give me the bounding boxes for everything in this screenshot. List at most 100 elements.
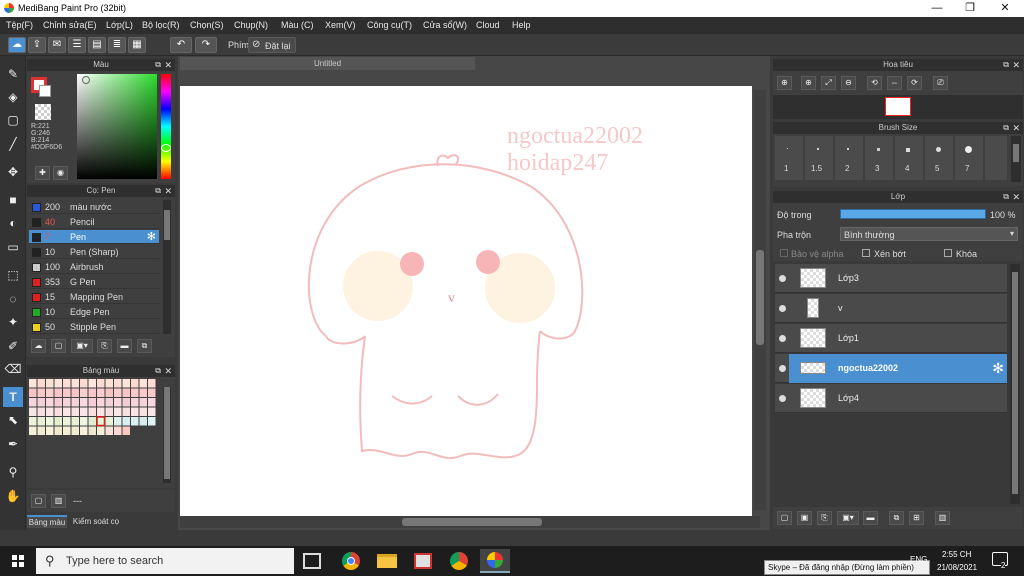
clock-time[interactable]: 2:55 CH xyxy=(942,550,971,559)
minimize-button[interactable]: — xyxy=(922,1,952,16)
color-options-icon[interactable]: ◉ xyxy=(53,166,68,180)
color-square[interactable] xyxy=(77,74,157,179)
palette-swatch[interactable] xyxy=(148,379,156,388)
zoom-out-icon[interactable]: ⊖ xyxy=(841,76,856,90)
palette-swatch[interactable] xyxy=(71,398,80,407)
palette-swatch[interactable] xyxy=(29,426,37,436)
lasso-tool-icon[interactable]: ◌ xyxy=(3,289,23,309)
canvas-vscroll[interactable] xyxy=(754,90,766,510)
palette-swatch[interactable] xyxy=(37,398,46,407)
scroll-thumb[interactable] xyxy=(164,387,170,479)
palette-swatch[interactable] xyxy=(71,407,80,417)
palette-swatch[interactable] xyxy=(29,417,37,426)
size-cell[interactable]: 7 xyxy=(955,136,983,180)
palette-swatch[interactable] xyxy=(71,388,80,398)
brush-item[interactable]: 100 Airbrush xyxy=(29,260,159,274)
lock-checkbox[interactable] xyxy=(944,249,952,257)
secondary-color-swatch[interactable] xyxy=(39,85,51,97)
protect-alpha-checkbox[interactable] xyxy=(780,249,788,257)
zoom-fit-icon[interactable]: ⊕ xyxy=(777,76,792,90)
palette-swatch-selected[interactable] xyxy=(96,416,106,427)
palette-swatch[interactable] xyxy=(63,426,71,436)
hue-slider[interactable] xyxy=(161,74,171,179)
new-palette-icon[interactable]: ▢ xyxy=(31,494,46,508)
palette-swatch[interactable] xyxy=(131,379,139,388)
palette-swatch[interactable] xyxy=(148,407,156,417)
scroll-thumb[interactable] xyxy=(756,250,764,345)
palette-swatch[interactable] xyxy=(148,388,156,398)
palette-swatch[interactable] xyxy=(63,407,71,417)
menu-capture[interactable]: Chụp(N) xyxy=(234,20,268,30)
palette-swatch[interactable] xyxy=(46,417,54,426)
size-cell[interactable]: 5 xyxy=(925,136,953,180)
close-icon[interactable]: ✕ xyxy=(1012,122,1020,134)
search-input[interactable]: Type here to search xyxy=(36,548,294,574)
layer-row[interactable]: Lớp3 xyxy=(775,264,1007,293)
chrome-profile-icon[interactable] xyxy=(444,549,474,573)
menu-file[interactable]: Tệp(F) xyxy=(6,20,33,30)
hand-tool-icon[interactable]: ✋ xyxy=(3,486,23,506)
brush-item[interactable]: 40 Pencil xyxy=(29,215,159,229)
palette-swatch[interactable] xyxy=(54,379,63,388)
size-cell[interactable]: 1.5 xyxy=(805,136,833,180)
palette-swatch[interactable] xyxy=(122,379,131,388)
rotate-right-icon[interactable]: ⟳ xyxy=(907,76,922,90)
brush-item[interactable]: 10 Pen (Sharp) xyxy=(29,245,159,259)
new-halftone-layer-icon[interactable]: ▣ xyxy=(797,511,812,525)
layer-row-selected[interactable]: ngoctua22002 ✻ xyxy=(775,354,1007,383)
brush-scrollbar[interactable] xyxy=(163,200,171,334)
palette-swatch[interactable] xyxy=(131,407,139,417)
palette-swatch[interactable] xyxy=(114,407,122,417)
fill-rect-tool-icon[interactable]: ■ xyxy=(3,190,23,210)
eye-icon[interactable] xyxy=(779,305,786,312)
select-pen-icon[interactable]: ✐ xyxy=(3,336,23,356)
trash-icon[interactable]: ▥ xyxy=(51,494,66,508)
palette-swatch[interactable] xyxy=(54,388,63,398)
palette-swatch[interactable] xyxy=(71,379,80,388)
brush-item[interactable]: 15 Mapping Pen xyxy=(29,290,159,304)
list-icon[interactable]: ≣ xyxy=(108,37,126,53)
palette-swatch[interactable] xyxy=(114,388,122,398)
chat-icon[interactable]: ☰ xyxy=(68,37,86,53)
palette-swatch[interactable] xyxy=(80,388,88,398)
clipping-checkbox[interactable] xyxy=(862,249,870,257)
line-tool-icon[interactable]: ╱ xyxy=(3,134,23,154)
rectangle-tool-icon[interactable]: ▢ xyxy=(3,110,23,130)
palette-swatch[interactable] xyxy=(29,379,37,388)
menu-cloud[interactable]: Cloud xyxy=(476,20,500,30)
palette-swatch[interactable] xyxy=(63,398,71,407)
palette-swatch[interactable] xyxy=(80,426,88,436)
size-cell[interactable] xyxy=(985,136,1007,180)
palette-swatch[interactable] xyxy=(80,417,88,426)
chrome-icon[interactable] xyxy=(336,549,366,573)
palette-swatch[interactable] xyxy=(122,388,131,398)
palette-swatch[interactable] xyxy=(80,398,88,407)
undock-icon[interactable]: ⧉ xyxy=(155,365,161,377)
palette-swatch[interactable] xyxy=(71,417,80,426)
palette-swatch[interactable] xyxy=(148,417,156,426)
gear-icon[interactable]: ✻ xyxy=(992,360,1004,377)
bucket-tool-icon[interactable]: ◐ xyxy=(3,213,23,233)
size-scrollbar[interactable] xyxy=(1011,136,1021,182)
palette-swatch[interactable] xyxy=(37,379,46,388)
close-icon[interactable]: ✕ xyxy=(164,59,172,71)
windows-start-icon[interactable] xyxy=(12,555,24,567)
eye-icon[interactable] xyxy=(779,365,786,372)
reset-button[interactable]: ⊘ Đặt lại xyxy=(248,37,296,53)
notification-icon[interactable] xyxy=(992,552,1008,566)
size-cell[interactable]: 1 xyxy=(775,136,803,180)
menu-window[interactable]: Cửa sổ(W) xyxy=(423,20,467,30)
document-icon[interactable]: ▤ xyxy=(88,37,106,53)
palette-swatch[interactable] xyxy=(131,388,139,398)
copy-layer-icon[interactable]: ⎘ xyxy=(817,511,832,525)
palette-swatch[interactable] xyxy=(139,407,148,417)
palette-swatch[interactable] xyxy=(114,426,122,436)
palette-swatch[interactable] xyxy=(97,407,105,417)
undock-icon[interactable]: ⧉ xyxy=(1003,59,1009,71)
palette-swatch[interactable] xyxy=(122,417,131,426)
file-explorer-icon[interactable] xyxy=(372,549,402,573)
close-icon[interactable]: ✕ xyxy=(164,365,172,377)
select-eraser-icon[interactable]: ⌫ xyxy=(3,359,23,379)
flip-icon[interactable]: ⇔ xyxy=(887,76,902,90)
eye-icon[interactable] xyxy=(779,275,786,282)
